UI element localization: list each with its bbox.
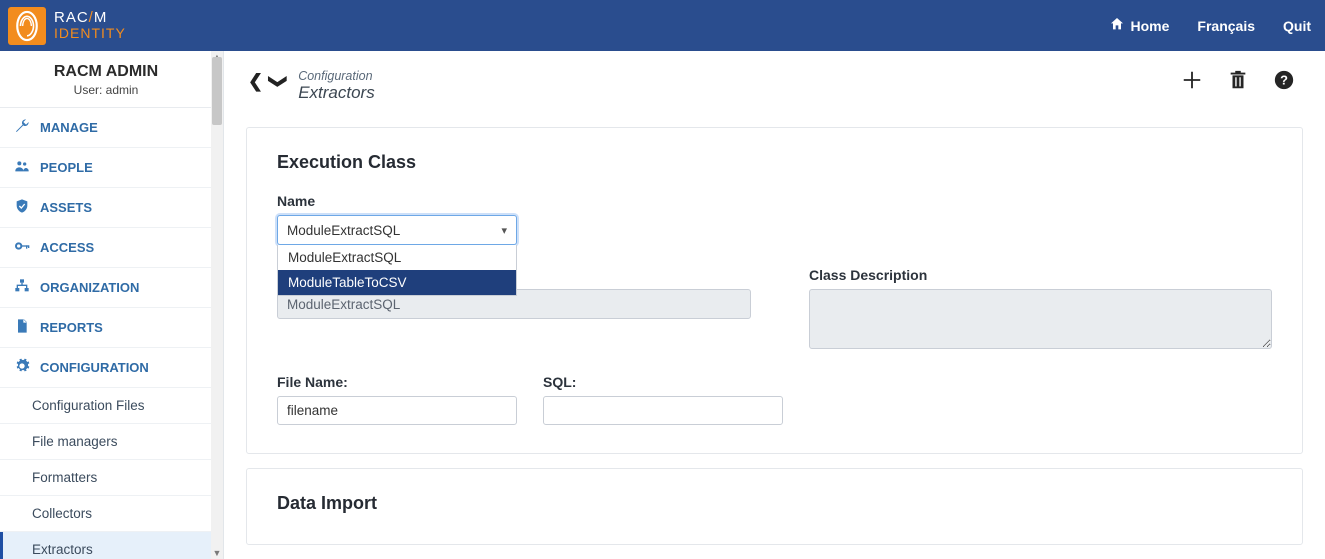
sidebar-label: ASSETS: [40, 200, 92, 215]
document-icon: [14, 318, 30, 337]
scroll-thumb[interactable]: [212, 57, 222, 125]
home-label: Home: [1131, 18, 1170, 34]
add-button[interactable]: [1181, 69, 1203, 91]
admin-title: RACM ADMIN: [8, 63, 204, 81]
sidebar-sub-collectors[interactable]: Collectors: [0, 496, 212, 532]
back-button[interactable]: ❮: [248, 71, 263, 92]
sidebar-sub-formatters[interactable]: Formatters: [0, 460, 212, 496]
topbar: RAC/M IDENTITY Home Français Quit: [0, 0, 1325, 51]
language-label: Français: [1197, 18, 1255, 34]
name-option-2[interactable]: ModuleTableToCSV: [278, 270, 516, 295]
name-dropdown: ModuleExtractSQL ModuleTableToCSV: [277, 245, 517, 296]
svg-text:?: ?: [1280, 73, 1288, 88]
chevron-down-icon: ▾: [501, 224, 507, 237]
sidebar-sub-label: File managers: [32, 434, 118, 449]
name-select[interactable]: ModuleExtractSQL ▾: [277, 215, 517, 245]
sidebar: RACM ADMIN User: admin MANAGE PEOPLE ASS…: [0, 51, 224, 559]
people-icon: [14, 158, 30, 177]
sidebar-sub-label: Formatters: [32, 470, 97, 485]
sidebar-sub-extractors[interactable]: Extractors: [0, 532, 212, 559]
key-icon: [14, 238, 30, 257]
quit-label: Quit: [1283, 18, 1311, 34]
quit-link[interactable]: Quit: [1283, 18, 1311, 34]
class-name-value: ModuleExtractSQL: [287, 297, 400, 312]
delete-button[interactable]: [1227, 69, 1249, 91]
sidebar-item-access[interactable]: ACCESS: [0, 228, 212, 268]
card-title: Data Import: [277, 493, 1272, 514]
name-label: Name: [277, 193, 517, 209]
language-link[interactable]: Français: [1197, 18, 1255, 34]
sidebar-label: ACCESS: [40, 240, 94, 255]
down-button[interactable]: ❮: [266, 74, 287, 89]
sidebar-sub-label: Extractors: [32, 542, 93, 557]
execution-class-card: Execution Class Name ModuleExtractSQL ▾ …: [246, 127, 1303, 454]
wrench-icon: [14, 118, 30, 137]
data-import-card: Data Import: [246, 468, 1303, 545]
sidebar-item-manage[interactable]: MANAGE: [0, 108, 212, 148]
sidebar-item-people[interactable]: PEOPLE: [0, 148, 212, 188]
sql-input[interactable]: [543, 396, 783, 425]
sidebar-item-assets[interactable]: ASSETS: [0, 188, 212, 228]
logo-text: RAC/M IDENTITY: [54, 10, 126, 40]
name-option-1[interactable]: ModuleExtractSQL: [278, 245, 516, 270]
admin-sub: User: admin: [8, 83, 204, 97]
sidebar-item-reports[interactable]: REPORTS: [0, 308, 212, 348]
sql-label: SQL:: [543, 374, 783, 390]
main-content: ❮ ❮ Configuration Extractors ? Execution…: [224, 51, 1325, 559]
breadcrumb: Configuration: [298, 69, 375, 83]
check-shield-icon: [14, 198, 30, 217]
help-button[interactable]: ?: [1273, 69, 1295, 91]
sidebar-sub-file-managers[interactable]: File managers: [0, 424, 212, 460]
page-title: Extractors: [298, 83, 375, 103]
gear-icon: [14, 358, 30, 377]
sidebar-sub-config-files[interactable]: Configuration Files: [0, 388, 212, 424]
scroll-down-icon[interactable]: ▼: [211, 547, 223, 559]
logo-icon: [8, 7, 46, 45]
sidebar-label: PEOPLE: [40, 160, 93, 175]
sidebar-label: CONFIGURATION: [40, 360, 149, 375]
card-title: Execution Class: [277, 152, 1272, 173]
sidebar-label: MANAGE: [40, 120, 98, 135]
logo[interactable]: RAC/M IDENTITY: [4, 7, 126, 45]
sidebar-label: REPORTS: [40, 320, 103, 335]
home-link[interactable]: Home: [1109, 16, 1170, 35]
sidebar-item-configuration[interactable]: CONFIGURATION: [0, 348, 212, 388]
sidebar-sub-label: Collectors: [32, 506, 92, 521]
sidebar-sub-label: Configuration Files: [32, 398, 145, 413]
file-name-label: File Name:: [277, 374, 517, 390]
class-desc-label: Class Description: [809, 267, 1272, 283]
sidebar-item-organization[interactable]: ORGANIZATION: [0, 268, 212, 308]
sidebar-scrollbar[interactable]: ▲ ▼: [211, 51, 223, 559]
sidebar-label: ORGANIZATION: [40, 280, 139, 295]
sidebar-header: RACM ADMIN User: admin: [0, 51, 212, 108]
org-icon: [14, 278, 30, 297]
class-desc-textarea: [809, 289, 1272, 349]
home-icon: [1109, 16, 1125, 35]
name-select-value: ModuleExtractSQL: [287, 223, 400, 238]
file-name-input[interactable]: [277, 396, 517, 425]
